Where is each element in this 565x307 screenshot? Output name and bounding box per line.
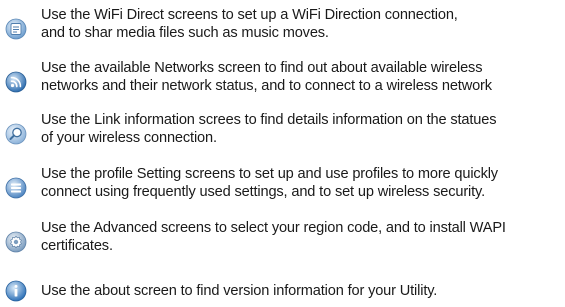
description-line: Use the profile Setting screens to set u… [41,166,498,182]
item-description: Use the Link information screes to find … [41,111,563,147]
description-line: connect using frequently used settings, … [41,184,486,200]
item-description: Use the profile Setting screens to set u… [41,165,563,201]
description-line: certificates. [41,238,113,254]
description-line: Use the Advanced screens to select your … [41,220,506,236]
profile-setting-icon [5,177,27,199]
utility-screen-descriptions: Use the WiFi Direct screens to set up a … [0,0,565,307]
description-line: Use the available Networks screen to fin… [41,60,483,76]
about-info-icon [5,280,27,302]
item-description: Use the available Networks screen to fin… [41,59,563,95]
available-networks-icon [5,71,27,93]
item-description: Use the Advanced screens to select your … [41,219,563,255]
description-line: and to shar media files such as music mo… [41,25,329,41]
wifi-direct-icon [5,18,27,40]
link-information-icon [5,123,27,145]
advanced-settings-icon [5,231,27,253]
description-line: networks and their network status, and t… [41,78,492,94]
description-line: Use the about screen to find version inf… [41,283,438,299]
description-line: Use the WiFi Direct screens to set up a … [41,7,458,23]
description-line: Use the Link information screes to find … [41,112,497,128]
description-line: of your wireless connection. [41,130,217,146]
item-description: Use the WiFi Direct screens to set up a … [41,6,563,42]
item-description: Use the about screen to find version inf… [41,282,563,300]
